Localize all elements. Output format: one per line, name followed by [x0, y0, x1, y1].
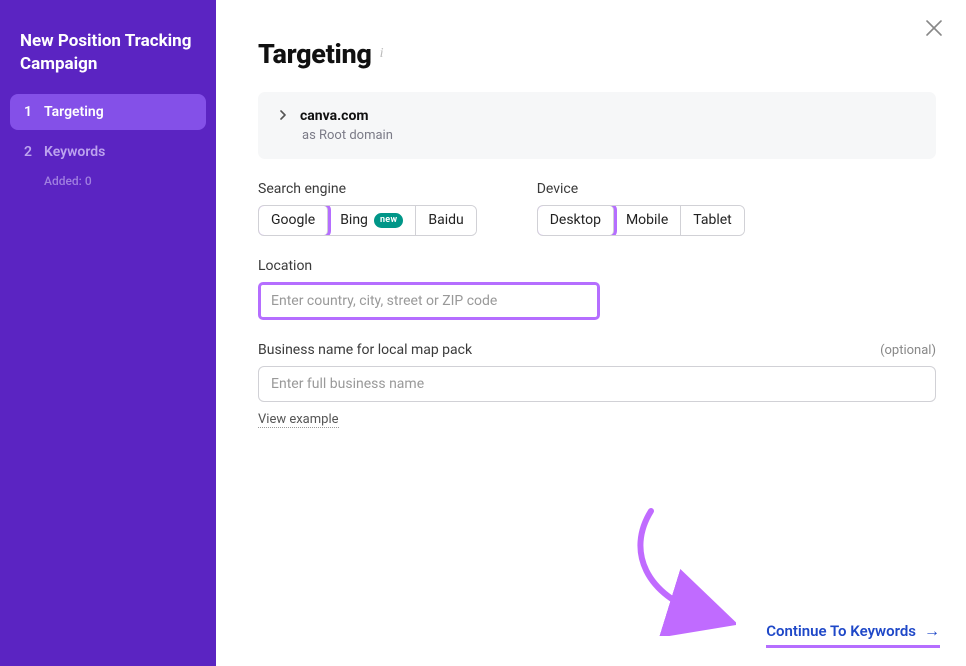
location-label: Location: [258, 258, 936, 274]
search-engine-baidu[interactable]: Baidu: [416, 206, 475, 235]
page-title: Targeting i: [258, 38, 936, 70]
search-engine-group: Google Bing new Baidu: [258, 205, 477, 236]
business-label: Business name for local map pack: [258, 342, 472, 358]
view-example-link[interactable]: View example: [258, 412, 339, 428]
step-num-2: 2: [24, 144, 44, 160]
chevron-right-icon: [278, 109, 288, 124]
search-engine-field: Search engine Google Bing new Baidu: [258, 181, 477, 236]
device-mobile[interactable]: Mobile: [614, 206, 681, 235]
arrow-right-icon: →: [924, 621, 940, 641]
domain-name: canva.com: [300, 108, 369, 124]
business-input[interactable]: [258, 366, 936, 402]
main-content: Targeting i canva.com as Root domain Sea…: [216, 0, 966, 666]
device-label: Device: [537, 181, 745, 197]
info-icon[interactable]: i: [380, 46, 384, 62]
step-label-2: Keywords: [44, 144, 105, 160]
optional-label: (optional): [880, 343, 936, 358]
step-num-1: 1: [24, 104, 44, 120]
domain-card[interactable]: canva.com as Root domain: [258, 92, 936, 159]
step-keywords-sub: Added: 0: [10, 170, 206, 188]
annotation-arrow-icon: [616, 496, 736, 636]
device-desktop[interactable]: Desktop: [538, 206, 614, 235]
location-field: Location: [258, 258, 936, 320]
device-field: Device Desktop Mobile Tablet: [537, 181, 745, 236]
step-keywords[interactable]: 2 Keywords: [10, 134, 206, 170]
sidebar: New Position Tracking Campaign 1 Targeti…: [0, 0, 216, 666]
search-engine-label: Search engine: [258, 181, 477, 197]
domain-meta: as Root domain: [278, 128, 916, 143]
continue-button[interactable]: Continue To Keywords →: [766, 621, 940, 648]
search-engine-google[interactable]: Google: [259, 206, 328, 235]
step-targeting[interactable]: 1 Targeting: [10, 94, 206, 130]
device-tablet[interactable]: Tablet: [681, 206, 743, 235]
close-button[interactable]: [922, 16, 950, 44]
step-label-1: Targeting: [44, 104, 104, 120]
close-icon: [922, 16, 946, 40]
device-group: Desktop Mobile Tablet: [537, 205, 745, 236]
business-field: Business name for local map pack (option…: [258, 342, 936, 428]
sidebar-title: New Position Tracking Campaign: [10, 30, 206, 94]
new-badge: new: [374, 213, 403, 228]
search-engine-bing[interactable]: Bing new: [328, 206, 416, 235]
location-input[interactable]: [258, 282, 600, 320]
